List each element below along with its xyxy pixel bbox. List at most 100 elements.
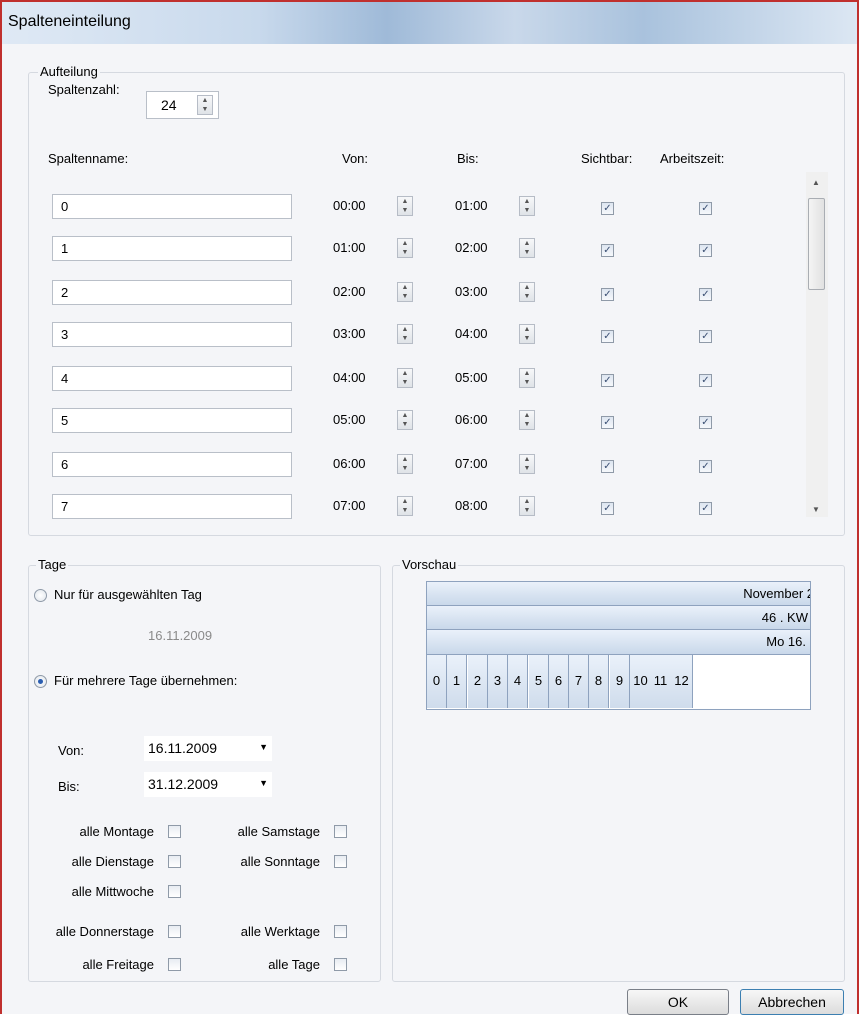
checkbox-freitage[interactable] — [168, 958, 181, 971]
von-spin-buttons[interactable]: ▲ ▼ — [397, 324, 413, 344]
sichtbar-checkbox[interactable]: ✓ — [601, 374, 614, 387]
checkbox-mittwoche[interactable] — [168, 885, 181, 898]
bis-time-spinner[interactable]: 02:00 ▲ ▼ — [455, 236, 543, 261]
scroll-down-icon[interactable]: ▼ — [812, 505, 820, 514]
checkbox-montage[interactable] — [168, 825, 181, 838]
bis-spin-buttons[interactable]: ▲ ▼ — [519, 368, 535, 388]
von-time-spinner[interactable]: 03:00 ▲ ▼ — [333, 322, 421, 347]
radio-multi-day[interactable] — [34, 675, 47, 688]
sichtbar-checkbox[interactable]: ✓ — [601, 244, 614, 257]
von-time-spinner[interactable]: 02:00 ▲ ▼ — [333, 280, 421, 305]
von-time-spinner[interactable]: 00:00 ▲ ▼ — [333, 194, 421, 219]
von-time-spinner[interactable]: 05:00 ▲ ▼ — [333, 408, 421, 433]
preview-week: 46 . KW — [761, 610, 808, 625]
von-spin-buttons[interactable]: ▲ ▼ — [397, 282, 413, 302]
arbeitszeit-checkbox[interactable]: ✓ — [699, 374, 712, 387]
bis-time-spinner[interactable]: 08:00 ▲ ▼ — [455, 494, 543, 519]
bis-time-spinner[interactable]: 07:00 ▲ ▼ — [455, 452, 543, 477]
bis-time-spinner[interactable]: 05:00 ▲ ▼ — [455, 366, 543, 391]
von-spin-buttons[interactable]: ▲ ▼ — [397, 196, 413, 216]
von-spin-buttons[interactable]: ▲ ▼ — [397, 454, 413, 474]
checkbox-dienstage[interactable] — [168, 855, 181, 868]
bis-spin-buttons[interactable]: ▲ ▼ — [519, 454, 535, 474]
preview-hour-cell: 9 — [610, 655, 630, 708]
bis-time-spinner[interactable]: 04:00 ▲ ▼ — [455, 322, 543, 347]
von-time-spinner[interactable]: 04:00 ▲ ▼ — [333, 366, 421, 391]
bis-time-value: 06:00 — [455, 412, 488, 427]
von-spin-buttons[interactable]: ▲ ▼ — [397, 410, 413, 430]
checkbox-samstage[interactable] — [334, 825, 347, 838]
label-mittwoche: alle Mittwoche — [71, 884, 154, 899]
column-name-input[interactable]: 7 — [52, 494, 292, 519]
column-name-input[interactable]: 4 — [52, 366, 292, 391]
spaltenzahl-value: 24 — [161, 97, 177, 113]
bis-time-spinner[interactable]: 03:00 ▲ ▼ — [455, 280, 543, 305]
header-arbeitszeit: Arbeitszeit: — [660, 151, 725, 166]
cancel-button[interactable]: Abbrechen — [740, 989, 844, 1015]
arbeitszeit-checkbox[interactable]: ✓ — [699, 244, 712, 257]
chevron-down-icon[interactable]: ▼ — [259, 742, 268, 752]
sichtbar-checkbox[interactable]: ✓ — [601, 330, 614, 343]
header-von: Von: — [342, 151, 369, 166]
title-bar[interactable]: Spalteneinteilung — [2, 2, 857, 44]
preview-hour-cell: 10 — [630, 655, 652, 708]
chevron-down-icon[interactable]: ▼ — [259, 778, 268, 788]
column-name-input[interactable]: 0 — [52, 194, 292, 219]
sichtbar-checkbox[interactable]: ✓ — [601, 460, 614, 473]
scroll-up-icon[interactable]: ▲ — [812, 178, 820, 187]
bis-time-spinner[interactable]: 06:00 ▲ ▼ — [455, 408, 543, 433]
column-name-input[interactable]: 1 — [52, 236, 292, 261]
spaltenzahl-spin-buttons[interactable]: ▲ ▼ — [197, 95, 213, 115]
preview-hour-cell: 7 — [569, 655, 589, 708]
column-name-input[interactable]: 2 — [52, 280, 292, 305]
sichtbar-checkbox[interactable]: ✓ — [601, 202, 614, 215]
column-name-input[interactable]: 6 — [52, 452, 292, 477]
arbeitszeit-checkbox[interactable]: ✓ — [699, 330, 712, 343]
bis-date-value: 31.12.2009 — [148, 776, 219, 792]
header-bis: Bis: — [457, 151, 479, 166]
von-time-value: 03:00 — [333, 326, 366, 341]
bis-date-picker[interactable]: 31.12.2009 ▼ — [144, 772, 272, 797]
sichtbar-checkbox[interactable]: ✓ — [601, 502, 614, 515]
bis-spin-buttons[interactable]: ▲ ▼ — [519, 496, 535, 516]
von-spin-buttons[interactable]: ▲ ▼ — [397, 238, 413, 258]
option-multi-label[interactable]: Für mehrere Tage übernehmen: — [54, 673, 237, 688]
preview-hour-cell: 5 — [529, 655, 549, 708]
bis-spin-buttons[interactable]: ▲ ▼ — [519, 324, 535, 344]
bis-spin-buttons[interactable]: ▲ ▼ — [519, 196, 535, 216]
column-name-input[interactable]: 5 — [52, 408, 292, 433]
rows-scrollbar[interactable]: ▲ ▼ — [806, 172, 828, 517]
von-date-picker[interactable]: 16.11.2009 ▼ — [144, 736, 272, 761]
arbeitszeit-checkbox[interactable]: ✓ — [699, 202, 712, 215]
von-spin-buttons[interactable]: ▲ ▼ — [397, 496, 413, 516]
von-time-spinner[interactable]: 01:00 ▲ ▼ — [333, 236, 421, 261]
checkbox-donnerstage[interactable] — [168, 925, 181, 938]
bis-spin-buttons[interactable]: ▲ ▼ — [519, 282, 535, 302]
checkbox-sonntage[interactable] — [334, 855, 347, 868]
checkbox-alle-tage[interactable] — [334, 958, 347, 971]
sichtbar-checkbox[interactable]: ✓ — [601, 288, 614, 301]
preview-hour-cell: 0 — [427, 655, 447, 708]
checkbox-werktage[interactable] — [334, 925, 347, 938]
spaltenzahl-spinner[interactable]: 24 ▲ ▼ — [146, 91, 219, 119]
radio-single-day[interactable] — [34, 589, 47, 602]
bis-spin-buttons[interactable]: ▲ ▼ — [519, 410, 535, 430]
von-time-spinner[interactable]: 06:00 ▲ ▼ — [333, 452, 421, 477]
von-time-spinner[interactable]: 07:00 ▲ ▼ — [333, 494, 421, 519]
arbeitszeit-checkbox[interactable]: ✓ — [699, 288, 712, 301]
option-single-label[interactable]: Nur für ausgewählten Tag — [54, 587, 202, 602]
arbeitszeit-checkbox[interactable]: ✓ — [699, 416, 712, 429]
label-sonntage: alle Sonntage — [240, 854, 320, 869]
header-sichtbar: Sichtbar: — [581, 151, 633, 166]
arbeitszeit-checkbox[interactable]: ✓ — [699, 460, 712, 473]
von-time-value: 07:00 — [333, 498, 366, 513]
ok-button[interactable]: OK — [627, 989, 729, 1015]
von-time-value: 00:00 — [333, 198, 366, 213]
arbeitszeit-checkbox[interactable]: ✓ — [699, 502, 712, 515]
bis-time-spinner[interactable]: 01:00 ▲ ▼ — [455, 194, 543, 219]
von-spin-buttons[interactable]: ▲ ▼ — [397, 368, 413, 388]
sichtbar-checkbox[interactable]: ✓ — [601, 416, 614, 429]
scroll-thumb[interactable] — [808, 198, 825, 290]
bis-spin-buttons[interactable]: ▲ ▼ — [519, 238, 535, 258]
column-name-input[interactable]: 3 — [52, 322, 292, 347]
